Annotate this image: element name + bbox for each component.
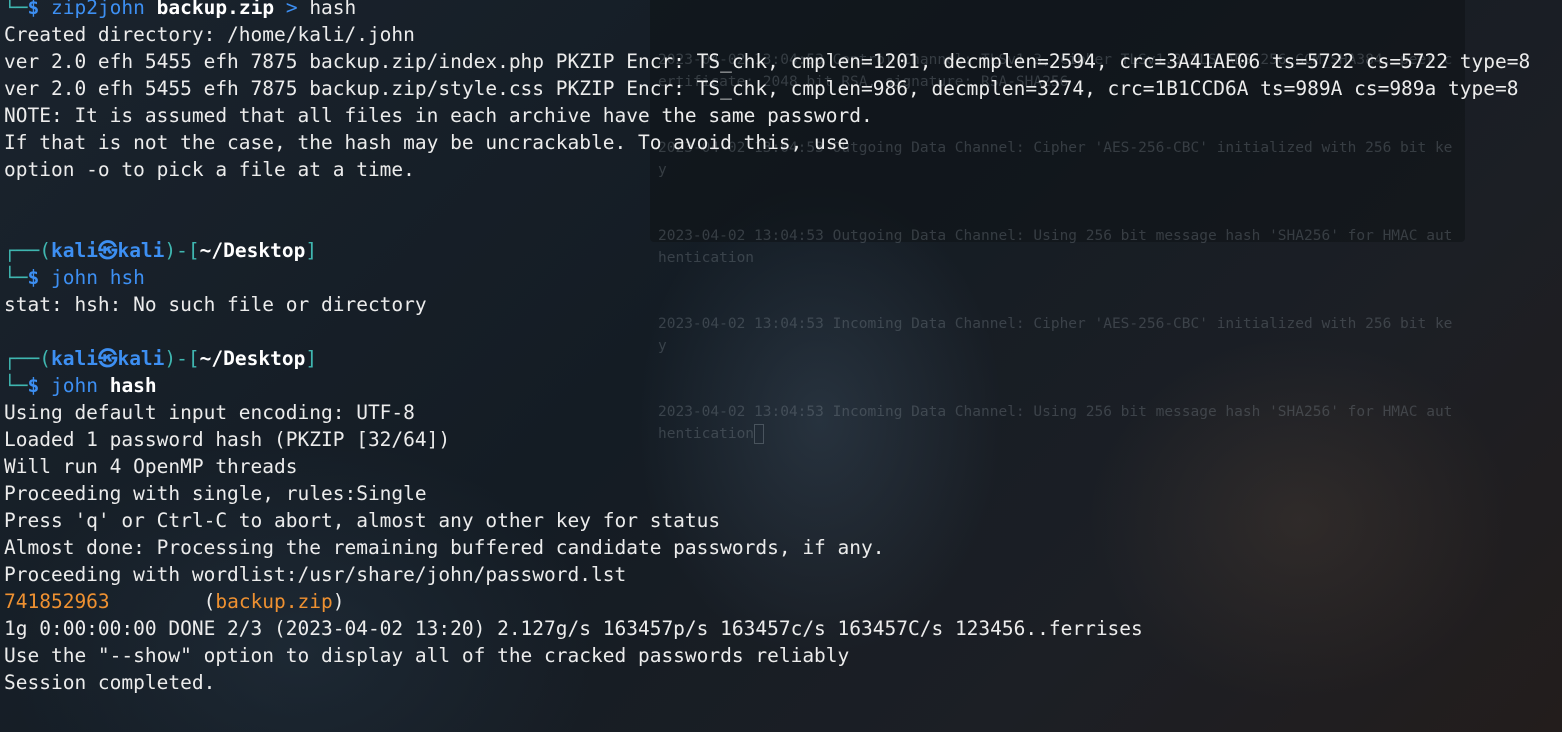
output-line: Created directory: /home/kali/.john (4, 23, 415, 46)
output-line: Loaded 1 password hash (PKZIP [32/64]) (4, 428, 451, 451)
cracked-file: backup.zip (215, 590, 333, 613)
prompt-user: kali (50, 347, 98, 370)
prompt-corner: ┌──( (4, 347, 51, 370)
output-line: Proceeding with wordlist:/usr/share/john… (4, 563, 627, 586)
prompt-host: kali (117, 347, 165, 370)
redirect-symbol: > (285, 0, 298, 19)
redirect-target: hash (309, 0, 357, 19)
prompt-path: ~/Desktop (199, 239, 306, 262)
prompt-line: ┌──(kali㉿kali)-[~/Desktop] (0, 345, 1562, 372)
prompt-host: kali (117, 239, 165, 262)
command-line: └─$ zip2john backup.zip > hash (0, 0, 1562, 21)
command-name: zip2john (50, 0, 145, 19)
command-argument: hash (109, 374, 157, 397)
output-line: If that is not the case, the hash may be… (4, 131, 850, 154)
output-line: Almost done: Processing the remaining bu… (4, 536, 885, 559)
output-line: NOTE: It is assumed that all files in ea… (4, 104, 873, 127)
output-line: Use the "--show" option to display all o… (4, 644, 850, 667)
prompt-corner: └─ (4, 266, 28, 289)
prompt-bracket: ] (305, 347, 318, 370)
prompt-corner: └─ (4, 374, 28, 397)
prompt-corner: ┌──( (4, 239, 51, 262)
cracked-result-line: 741852963 (backup.zip) (4, 590, 345, 613)
prompt-separator-icon: ㉿ (97, 239, 118, 262)
output-line: Using default input encoding: UTF-8 (4, 401, 415, 424)
output-line: Session completed. (4, 671, 216, 694)
command-line: └─$ john hsh (0, 264, 1562, 291)
prompt-bracket: )-[ (164, 347, 200, 370)
cracked-password: 741852963 (4, 590, 110, 613)
output-line: option -o to pick a file at a time. (4, 158, 415, 181)
output-line: Proceeding with single, rules:Single (4, 482, 427, 505)
prompt-dollar: $ (27, 374, 40, 397)
prompt-user: kali (50, 239, 98, 262)
prompt-line: ┌──(kali㉿kali)-[~/Desktop] (0, 237, 1562, 264)
command-name: john (50, 266, 98, 289)
prompt-bracket: ] (305, 239, 318, 262)
prompt-dollar: $ (27, 266, 40, 289)
output-line: 1g 0:00:00:00 DONE 2/3 (2023-04-02 13:20… (4, 617, 1143, 640)
prompt-bracket: )-[ (164, 239, 200, 262)
prompt-path: ~/Desktop (199, 347, 306, 370)
prompt-separator-icon: ㉿ (97, 347, 118, 370)
output-line: Will run 4 OpenMP threads (4, 455, 298, 478)
output-line: Press 'q' or Ctrl-C to abort, almost any… (4, 509, 721, 532)
command-argument: hsh (109, 266, 145, 289)
terminal-output[interactable]: └─$ zip2john backup.zip > hash Created d… (0, 0, 1562, 696)
output-line: ver 2.0 efh 5455 efh 7875 backup.zip/sty… (4, 77, 1519, 100)
output-line: stat: hsh: No such file or directory (4, 293, 427, 316)
output-line: ver 2.0 efh 5455 efh 7875 backup.zip/ind… (4, 50, 1531, 73)
prompt-dollar: $ (27, 0, 40, 19)
prompt-corner: └─ (4, 0, 28, 19)
command-name: john (50, 374, 98, 397)
command-line: └─$ john hash (0, 372, 1562, 399)
command-argument: backup.zip (156, 0, 275, 19)
